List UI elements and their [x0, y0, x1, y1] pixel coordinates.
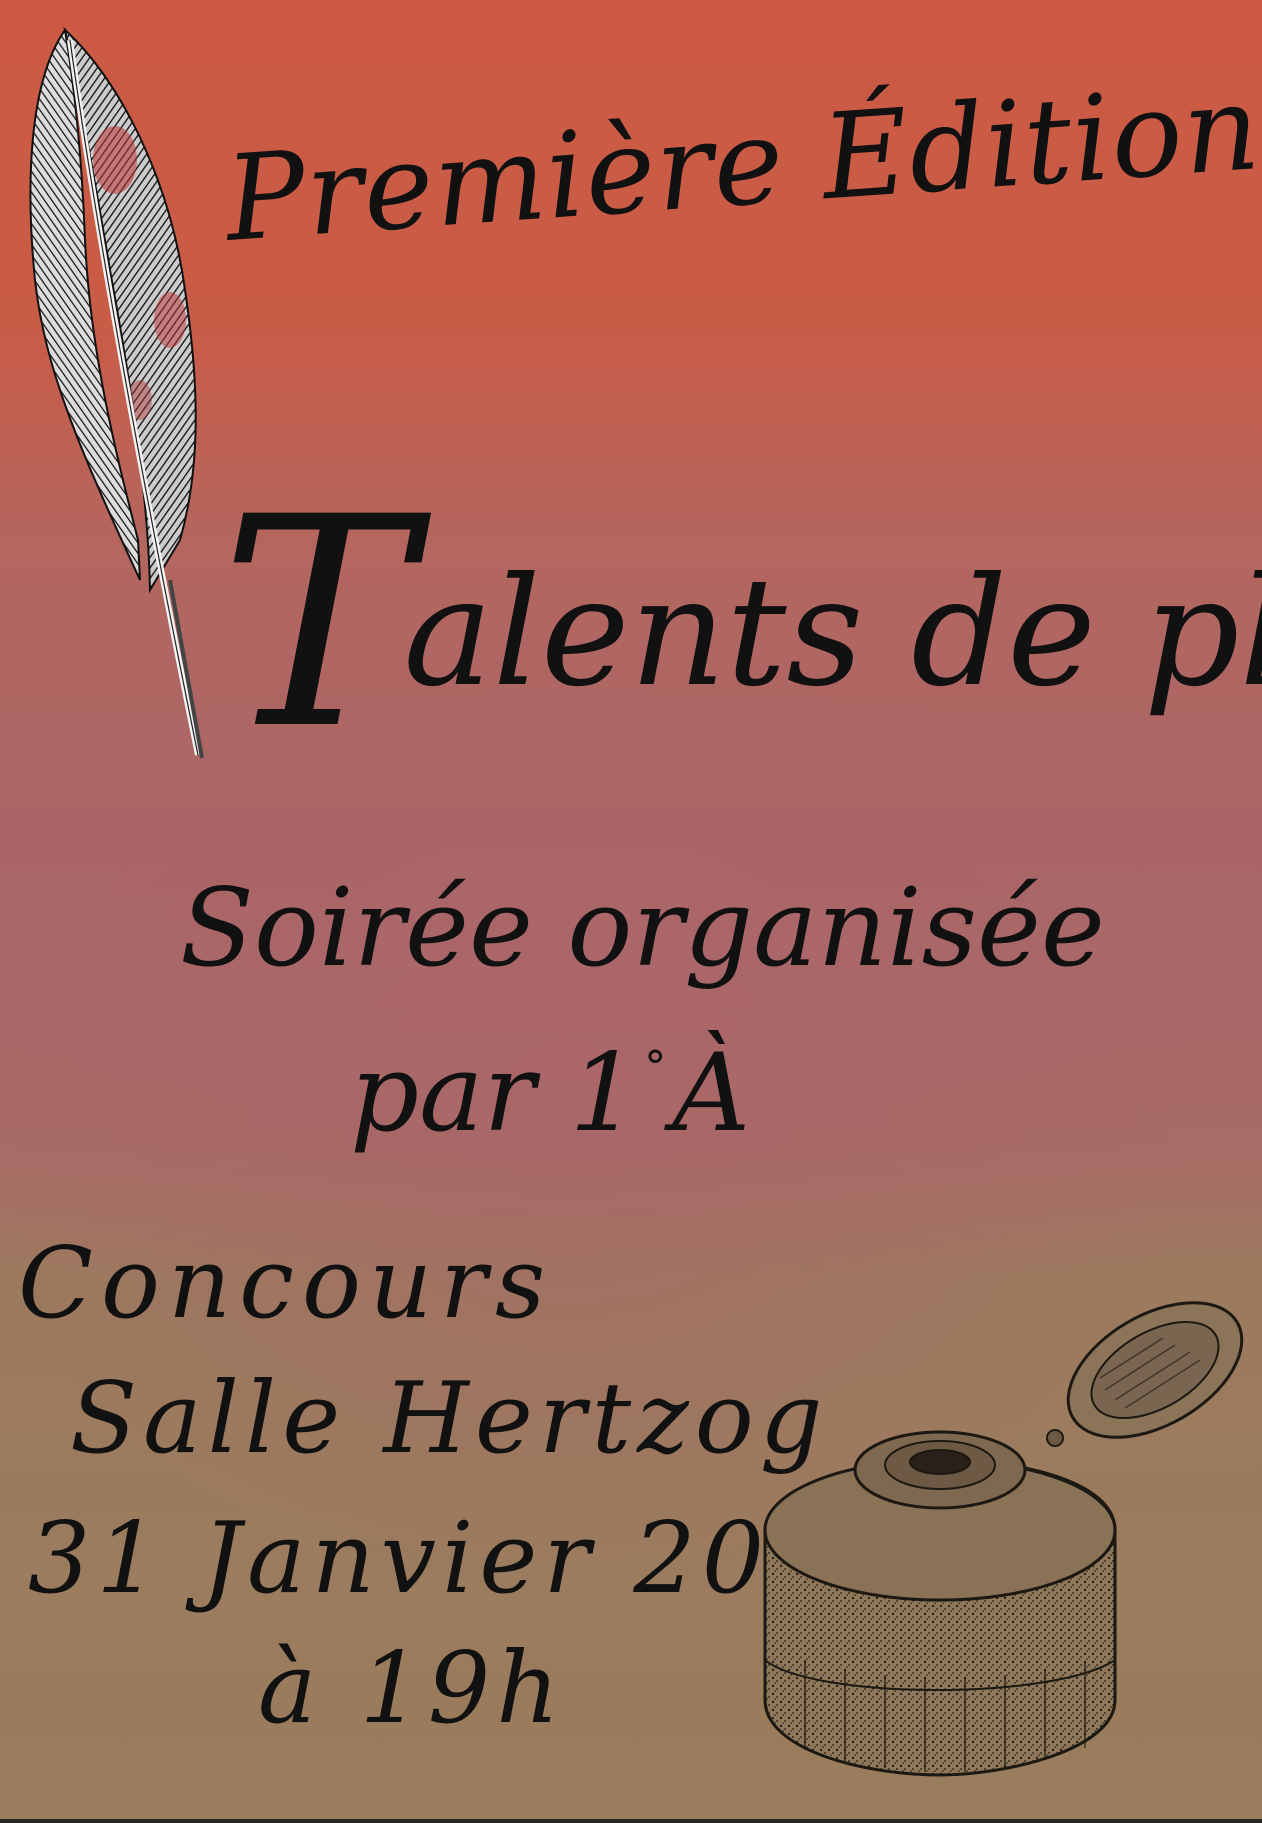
organizer-prefix: par 1 — [350, 1031, 639, 1156]
organizer-suffix: À — [672, 1031, 751, 1156]
event-time: à 19h — [258, 1632, 566, 1746]
organizer-degree: ° — [644, 1042, 667, 1093]
inkwell-icon — [763, 1301, 1244, 1777]
organizer-line-2: par 1 °À — [350, 1040, 750, 1148]
quill-feather-icon — [29, 27, 204, 759]
edition-heading: Première Édition — [221, 58, 1262, 268]
title-rest: alents de plume — [403, 546, 1262, 720]
poster: Première Édition Talents de plume Soirée… — [0, 0, 1262, 1823]
event-venue: Salle Hertzog — [70, 1362, 829, 1476]
event-title: Talents de plume — [220, 480, 1262, 770]
organizer-line-1: Soirée organisée — [180, 866, 1105, 991]
title-initial: T — [220, 456, 414, 793]
event-kind: Concours — [18, 1227, 554, 1341]
